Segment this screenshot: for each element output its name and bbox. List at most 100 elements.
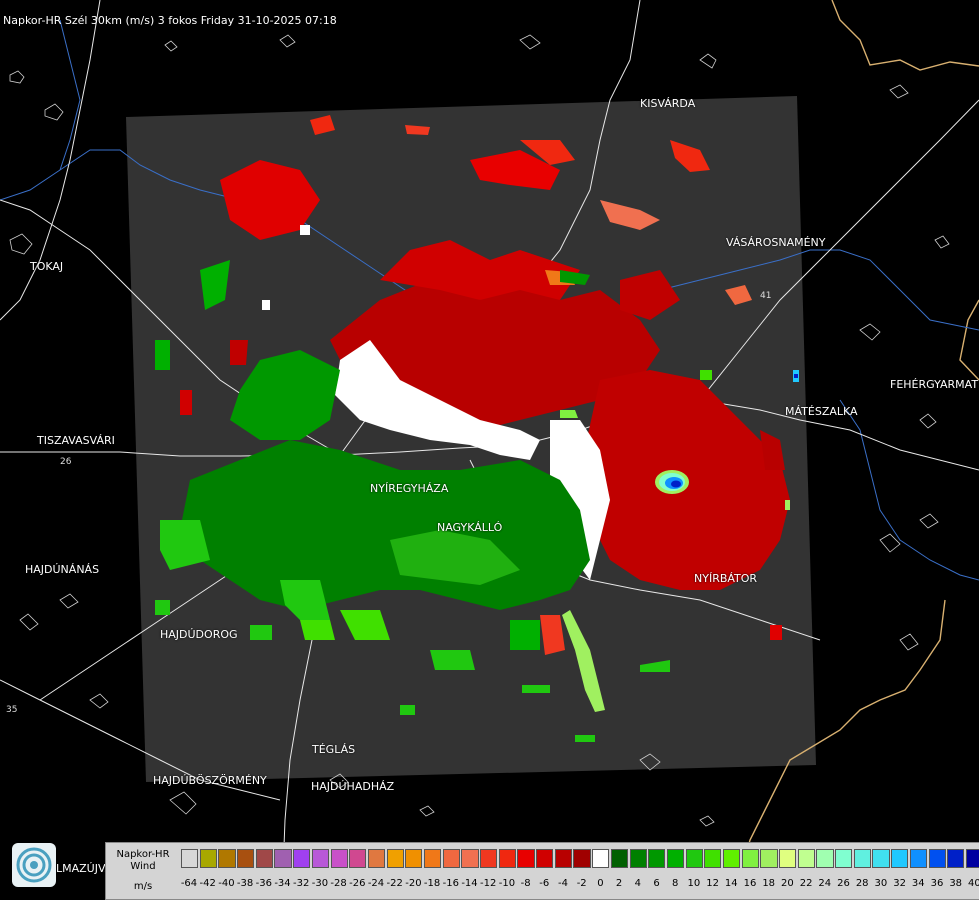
legend-swatch: [704, 849, 722, 868]
legend-tick-label: -38: [236, 878, 254, 889]
place-tiszavasvari: TISZAVASVÁRI: [37, 434, 115, 447]
road-number-26: 26: [60, 457, 72, 467]
legend-tick-label: 22: [799, 878, 813, 889]
road-number-41: 41: [760, 291, 771, 301]
legend-title-line2: Wind: [130, 861, 156, 872]
legend-swatch: [816, 849, 834, 868]
legend-swatch: [872, 849, 890, 868]
legend-tick-label: -10: [498, 878, 516, 889]
place-nyiregyhaza: NYÍREGYHÁZA: [370, 482, 449, 495]
legend-tick-label: -2: [576, 878, 587, 889]
legend-swatch: [760, 849, 778, 868]
radar-map: 26 41 35: [0, 0, 979, 900]
legend-swatch: [779, 849, 797, 868]
legend-swatch: [592, 849, 610, 868]
legend-tick-label: -28: [330, 878, 347, 889]
legend-swatch: [909, 849, 927, 868]
legend-tick-label: -42: [199, 878, 216, 889]
legend-tick-label: -8: [520, 878, 531, 889]
legend-swatch: [181, 849, 199, 868]
legend-swatch: [480, 849, 498, 868]
legend-title: Napkor-HR Wind m/s: [106, 849, 180, 893]
legend-tick-label: 40: [968, 878, 979, 889]
legend-swatch: [629, 849, 647, 868]
legend-tick-label: 28: [855, 878, 869, 889]
legend-swatch: [274, 849, 292, 868]
legend-swatch: [722, 849, 741, 868]
legend-swatch: [685, 849, 703, 868]
legend-swatch: [442, 849, 460, 868]
legend-tick-label: 6: [653, 878, 660, 889]
legend-swatch: [835, 849, 853, 868]
legend-tick-label: -64: [180, 878, 198, 889]
legend-tick-label: -14: [461, 878, 478, 889]
legend-tick-label: 32: [893, 878, 906, 889]
place-teglas: TÉGLÁS: [312, 743, 356, 756]
legend-tick-label: 20: [781, 878, 794, 889]
legend-swatch: [554, 849, 572, 868]
legend-tick-label: 36: [930, 878, 944, 889]
place-hajduhadhaz: HAJDÚHADHÁZ: [311, 780, 395, 793]
legend-tick-label: -6: [539, 878, 550, 889]
color-legend: Napkor-HR Wind m/s -64 -42 -40 -38 -36 -34 -32…: [105, 842, 979, 900]
legend-swatch: [293, 849, 311, 868]
legend-tick-label: -40: [218, 878, 235, 889]
legend-swatch: [517, 849, 535, 868]
legend-title-line1: Napkor-HR: [116, 849, 170, 860]
legend-unit: m/s: [133, 881, 153, 892]
legend-swatch: [947, 849, 965, 868]
legend-swatch: [405, 849, 423, 868]
legend-tick-label: -20: [405, 878, 422, 889]
place-hajduboszormeny: HAJDÚBÖSZÖRMÉNY: [153, 774, 267, 787]
legend-tick-label: 34: [911, 878, 925, 889]
place-hajdunanas: HAJDÚNÁNÁS: [25, 563, 100, 576]
place-tokaj: TOKAJ: [30, 260, 64, 273]
legend-tick-label: -4: [558, 878, 568, 889]
legend-swatch: [255, 849, 273, 868]
legend-tick-label: -30: [311, 878, 329, 889]
place-nyirbator: NYÍRBÁTOR: [694, 572, 758, 585]
legend-tick-label: 24: [818, 878, 832, 889]
legend-tick-label: 18: [762, 878, 776, 889]
place-kisvarda: KISVÁRDA: [640, 97, 696, 110]
legend-swatch: [928, 849, 946, 868]
legend-swatches: [181, 849, 979, 868]
place-vasarosnameny: VÁSÁROSNAMÉNY: [726, 236, 826, 249]
legend-tick-label: 38: [949, 878, 963, 889]
legend-swatch: [386, 849, 404, 868]
legend-swatch: [797, 849, 815, 868]
legend-tick-label: -16: [442, 878, 459, 889]
place-mateszalka: MÁTÉSZALKA: [785, 405, 858, 418]
place-fehergyarmat: FEHÉRGYARMAT: [890, 378, 979, 391]
legend-swatch: [891, 849, 909, 868]
legend-tick-label: 8: [672, 878, 679, 889]
legend-swatch: [367, 849, 386, 868]
legend-swatch: [237, 849, 255, 868]
legend-tick-label: 16: [743, 878, 757, 889]
legend-swatch: [666, 849, 685, 868]
legend-swatch: [573, 849, 591, 868]
legend-tick-label: 2: [615, 878, 623, 889]
legend-swatch: [741, 849, 759, 868]
logo-icon: [12, 843, 56, 887]
legend-tick-label: -36: [255, 878, 272, 889]
legend-swatch: [423, 849, 442, 868]
legend-swatch: [648, 849, 666, 868]
legend-tick-label: -32: [293, 878, 310, 889]
legend-swatch: [199, 849, 217, 868]
legend-tick-label: 14: [724, 878, 738, 889]
legend-tick-label: 26: [837, 878, 850, 889]
legend-tick-label: -22: [386, 878, 403, 889]
place-nagykallo: NAGYKÁLLÓ: [437, 521, 503, 534]
legend-swatch: [853, 849, 871, 868]
legend-tick-label: -34: [274, 878, 291, 889]
legend-swatch: [330, 849, 348, 868]
legend-tick-label: -12: [480, 878, 497, 889]
legend-swatch: [311, 849, 329, 868]
road-number-35: 35: [6, 705, 17, 715]
legend-swatch: [498, 849, 516, 868]
legend-tick-label: 0: [597, 878, 604, 889]
legend-swatch: [536, 849, 554, 868]
legend-tick-label: -18: [423, 878, 441, 889]
legend-tick-label: 30: [874, 878, 888, 889]
